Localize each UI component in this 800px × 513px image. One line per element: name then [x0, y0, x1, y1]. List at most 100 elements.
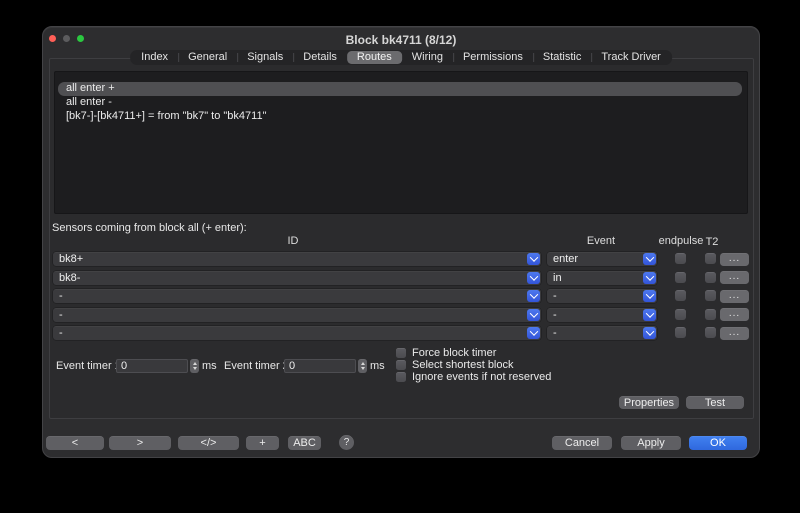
add-button[interactable]: +: [246, 436, 279, 450]
endpulse-checkbox[interactable]: [675, 327, 686, 338]
t2-checkbox[interactable]: [705, 309, 716, 320]
properties-button[interactable]: Properties: [619, 396, 679, 409]
markup-button[interactable]: </>: [178, 436, 239, 450]
event-timer-2-stepper[interactable]: [358, 359, 367, 373]
option-force-block-timer: Force block timer: [396, 347, 551, 359]
sensor-row: --...: [43, 308, 761, 322]
tab-permissions[interactable]: Permissions: [453, 51, 533, 64]
cancel-button[interactable]: Cancel: [552, 436, 612, 450]
sensor-event-combo[interactable]: -: [547, 326, 657, 340]
tab-general[interactable]: General: [178, 51, 237, 64]
apply-button[interactable]: Apply: [621, 436, 681, 450]
chevron-glyph: [529, 253, 537, 261]
screen-background: Block bk4711 (8/12) IndexGeneralSignalsD…: [0, 0, 800, 513]
chevron-down-icon: [643, 253, 656, 265]
chevron-glyph: [529, 272, 537, 280]
block-properties-window: Block bk4711 (8/12) IndexGeneralSignalsD…: [42, 26, 760, 458]
sensor-id-combo-value: bk8-: [53, 271, 527, 285]
test-button[interactable]: Test: [686, 396, 744, 409]
stepper-up-icon: [361, 362, 365, 365]
sensor-event-combo[interactable]: enter: [547, 252, 657, 266]
help-button[interactable]: ?: [339, 435, 354, 450]
option-label: Ignore events if not reserved: [412, 371, 551, 383]
chevron-glyph: [529, 327, 537, 335]
t2-checkbox[interactable]: [705, 253, 716, 264]
chevron-down-icon: [527, 309, 540, 321]
sensor-event-combo-value: -: [547, 308, 643, 322]
tab-bar: IndexGeneralSignalsDetailsRoutesWiringPe…: [130, 50, 672, 65]
sensor-id-combo[interactable]: -: [53, 308, 541, 322]
sensor-id-combo-value: bk8+: [53, 252, 527, 266]
tab-details[interactable]: Details: [293, 51, 347, 64]
t2-checkbox[interactable]: [705, 327, 716, 338]
tab-index[interactable]: Index: [131, 51, 178, 64]
sensor-id-combo-value: -: [53, 326, 527, 340]
stepper-up-icon: [193, 362, 197, 365]
abc-button[interactable]: ABC: [288, 436, 321, 450]
chevron-down-icon: [643, 290, 656, 302]
sensor-table: bk8+enter...bk8-in...--...--...--...: [43, 252, 761, 340]
t2-checkbox[interactable]: [705, 272, 716, 283]
option-ignore-events-if-not-reserved: Ignore events if not reserved: [396, 371, 551, 383]
chevron-glyph: [529, 309, 537, 317]
tab-wiring[interactable]: Wiring: [402, 51, 453, 64]
sensor-id-combo[interactable]: bk8-: [53, 271, 541, 285]
sensor-row: - -...: [43, 326, 761, 340]
prev-button[interactable]: <: [46, 436, 104, 450]
sensor-id-combo[interactable]: -: [53, 289, 541, 303]
endpulse-checkbox[interactable]: [675, 309, 686, 320]
sensor-id-combo-value: -: [53, 289, 527, 303]
tab-statistic[interactable]: Statistic: [533, 51, 592, 64]
next-button[interactable]: >: [109, 436, 171, 450]
chevron-down-icon: [643, 272, 656, 284]
sensor-event-combo-value: enter: [547, 252, 643, 266]
more-options-button[interactable]: ...: [720, 308, 749, 321]
sensor-event-combo[interactable]: in: [547, 271, 657, 285]
select-shortest-block-checkbox[interactable]: [396, 360, 406, 370]
sensor-event-combo[interactable]: -: [547, 308, 657, 322]
column-header-endpulse: endpulse: [659, 235, 704, 247]
sensors-section-label: Sensors coming from block all (+ enter):: [52, 221, 247, 235]
endpulse-checkbox[interactable]: [675, 253, 686, 264]
more-options-button[interactable]: ...: [720, 271, 749, 284]
event-timer-1-unit: ms: [202, 359, 217, 373]
routes-list: all enter +all enter -[bk7-]-[bk4711+] =…: [58, 82, 742, 124]
route-list-item[interactable]: all enter +: [58, 82, 742, 96]
endpulse-checkbox[interactable]: [675, 290, 686, 301]
event-timer-2-input[interactable]: [284, 359, 356, 373]
endpulse-checkbox[interactable]: [675, 272, 686, 283]
sensor-row: bk8+ enter...: [43, 252, 761, 266]
route-list-item[interactable]: [bk7-]-[bk4711+] = from "bk7" to "bk4711…: [58, 110, 742, 124]
ok-button[interactable]: OK: [689, 436, 747, 450]
tab-routes[interactable]: Routes: [347, 51, 402, 64]
tab-track-driver[interactable]: Track Driver: [591, 51, 670, 64]
column-header-t2: T2: [706, 236, 719, 248]
t2-checkbox[interactable]: [705, 290, 716, 301]
block-options: Force block timerSelect shortest blockIg…: [396, 347, 551, 383]
chevron-down-icon: [643, 309, 656, 321]
sensor-id-combo[interactable]: bk8+: [53, 252, 541, 266]
more-options-button[interactable]: ...: [720, 327, 749, 340]
stepper-down-icon: [361, 367, 365, 370]
sensor-id-combo[interactable]: -: [53, 326, 541, 340]
ignore-events-if-not-reserved-checkbox[interactable]: [396, 372, 406, 382]
tab-signals[interactable]: Signals: [237, 51, 293, 64]
stepper-down-icon: [193, 367, 197, 370]
option-label: Force block timer: [412, 347, 496, 359]
sensor-row: bk8- in...: [43, 271, 761, 285]
sensor-row: - -...: [43, 289, 761, 303]
sensor-event-combo[interactable]: -: [547, 289, 657, 303]
more-options-button[interactable]: ...: [720, 253, 749, 266]
option-label: Select shortest block: [412, 359, 514, 371]
chevron-glyph: [645, 272, 653, 280]
event-timer-1-input[interactable]: [116, 359, 188, 373]
event-timer-1-stepper[interactable]: [190, 359, 199, 373]
column-header-event: Event: [587, 235, 615, 247]
event-timer-2-label: Event timer 2: [224, 359, 289, 373]
sensor-event-combo-value: -: [547, 289, 643, 303]
more-options-button[interactable]: ...: [720, 290, 749, 303]
force-block-timer-checkbox[interactable]: [396, 348, 406, 358]
event-timer-2-unit: ms: [370, 359, 385, 373]
route-list-item[interactable]: all enter -: [58, 96, 742, 110]
column-header-id: ID: [288, 235, 299, 247]
